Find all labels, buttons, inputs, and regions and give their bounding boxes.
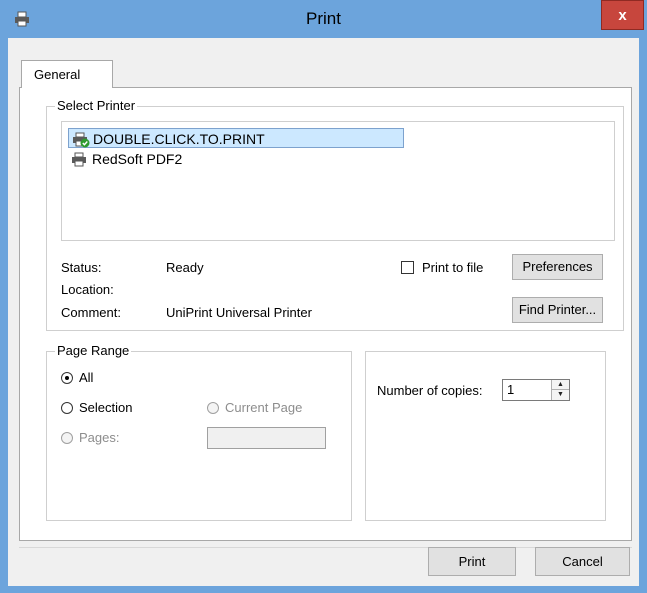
spin-up-icon[interactable]: ▲: [552, 380, 569, 390]
copies-spinner[interactable]: 1 ▲ ▼: [502, 379, 570, 401]
window-title: Print: [306, 9, 341, 28]
select-printer-legend: Select Printer: [55, 98, 138, 114]
page-range-group: Page Range All Selection Current Page Pa…: [46, 343, 352, 521]
location-label: Location:: [61, 282, 114, 297]
select-printer-group: Select Printer DOUBLE.CLICK.TO.PRINT Red…: [46, 98, 624, 331]
printer-name: RedSoft PDF2: [92, 151, 183, 167]
printer-icon: [71, 152, 89, 173]
radio-pages-label[interactable]: Pages:: [79, 430, 119, 445]
status-value: Ready: [166, 260, 204, 275]
preferences-button[interactable]: Preferences: [512, 254, 603, 280]
status-label: Status:: [61, 260, 102, 275]
spin-buttons: ▲ ▼: [551, 380, 569, 400]
copies-group: Number of copies: 1 ▲ ▼: [365, 351, 606, 521]
tab-general[interactable]: General: [21, 60, 113, 88]
radio-selection[interactable]: [61, 402, 73, 414]
radio-all[interactable]: [61, 372, 73, 384]
find-printer-button[interactable]: Find Printer...: [512, 297, 603, 323]
dialog-client: General Select Printer DOUBLE.CLICK.TO.P…: [8, 38, 639, 586]
general-tab-panel: Select Printer DOUBLE.CLICK.TO.PRINT Red…: [19, 87, 632, 541]
close-button[interactable]: x: [601, 0, 644, 30]
radio-current-page[interactable]: [207, 402, 219, 414]
title-bar[interactable]: Print x: [0, 0, 647, 38]
cancel-button[interactable]: Cancel: [535, 547, 630, 576]
printer-item-double-click-to-print[interactable]: DOUBLE.CLICK.TO.PRINT: [68, 128, 404, 148]
print-button[interactable]: Print: [428, 547, 516, 576]
printer-name: DOUBLE.CLICK.TO.PRINT: [93, 131, 265, 147]
printer-list[interactable]: DOUBLE.CLICK.TO.PRINT RedSoft PDF2: [61, 121, 615, 241]
print-to-file-checkbox[interactable]: [401, 261, 414, 274]
radio-all-label[interactable]: All: [79, 370, 93, 385]
number-of-copies-label: Number of copies:: [377, 383, 483, 398]
radio-pages[interactable]: [61, 432, 73, 444]
print-to-file-label[interactable]: Print to file: [422, 260, 483, 275]
printer-item-redsoft-pdf2[interactable]: RedSoft PDF2: [68, 149, 182, 169]
comment-label: Comment:: [61, 305, 121, 320]
radio-selection-label[interactable]: Selection: [79, 400, 132, 415]
copies-value[interactable]: 1: [507, 382, 514, 397]
radio-current-page-label[interactable]: Current Page: [225, 400, 302, 415]
comment-value: UniPrint Universal Printer: [166, 305, 312, 320]
page-range-legend: Page Range: [55, 343, 132, 359]
spin-down-icon[interactable]: ▼: [552, 390, 569, 400]
close-icon: x: [618, 7, 627, 24]
tab-general-label: General: [34, 67, 81, 82]
pages-input[interactable]: [207, 427, 326, 449]
